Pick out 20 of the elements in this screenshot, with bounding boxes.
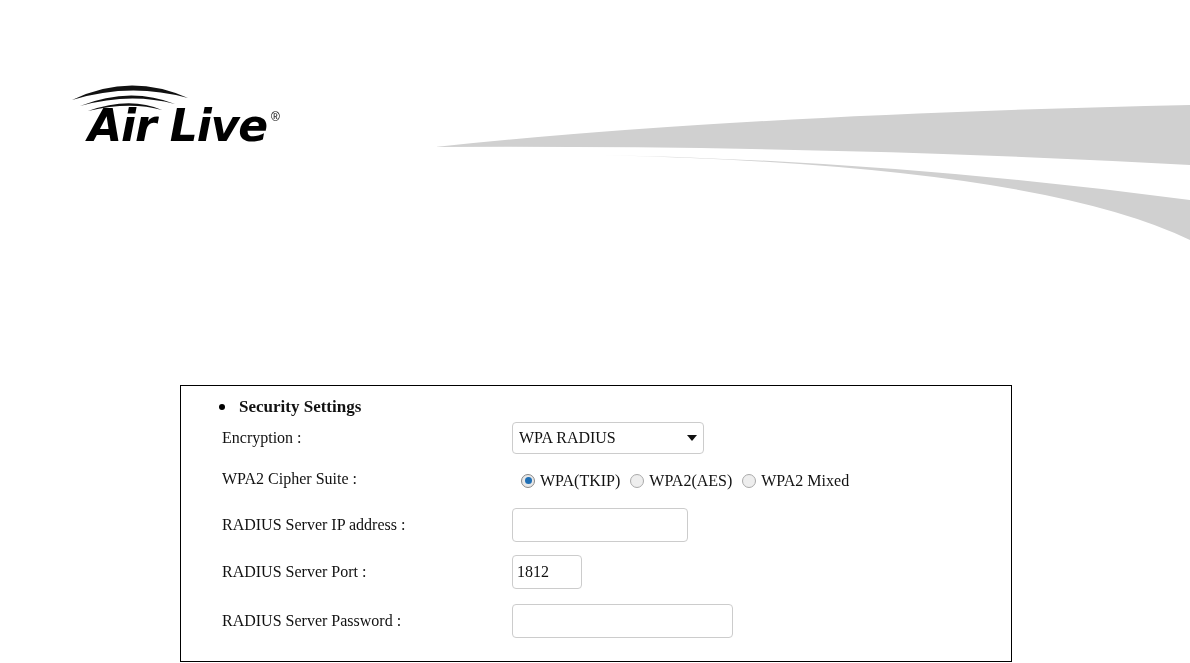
field-label: Encryption : <box>222 427 303 449</box>
dropdown-value: WPA RADIUS <box>519 427 616 448</box>
section-title: Security Settings <box>239 396 362 418</box>
caret-icon <box>687 434 697 441</box>
radio-button[interactable] <box>521 473 535 488</box>
radio-label: WPA2(AES) <box>649 470 733 492</box>
field-label: RADIUS Server Password : <box>222 610 403 631</box>
radio-label: WPA(TKIP) <box>540 470 621 492</box>
field-label: WPA2 Cipher Suite : <box>222 468 358 490</box>
input-field[interactable] <box>512 507 688 542</box>
field-label: RADIUS Server IP address : <box>222 514 407 535</box>
field-label: RADIUS Server Port : <box>222 561 368 582</box>
radio-button[interactable] <box>742 473 757 488</box>
radio-button[interactable] <box>630 473 645 488</box>
encryption-dropdown[interactable]: WPA RADIUS <box>512 421 704 454</box>
bullet-icon <box>219 403 225 410</box>
input-field[interactable] <box>512 603 733 638</box>
input-field[interactable]: 1812 <box>512 554 582 589</box>
radio-label: WPA2 Mixed <box>761 470 850 491</box>
registered-mark: ® <box>271 109 280 126</box>
